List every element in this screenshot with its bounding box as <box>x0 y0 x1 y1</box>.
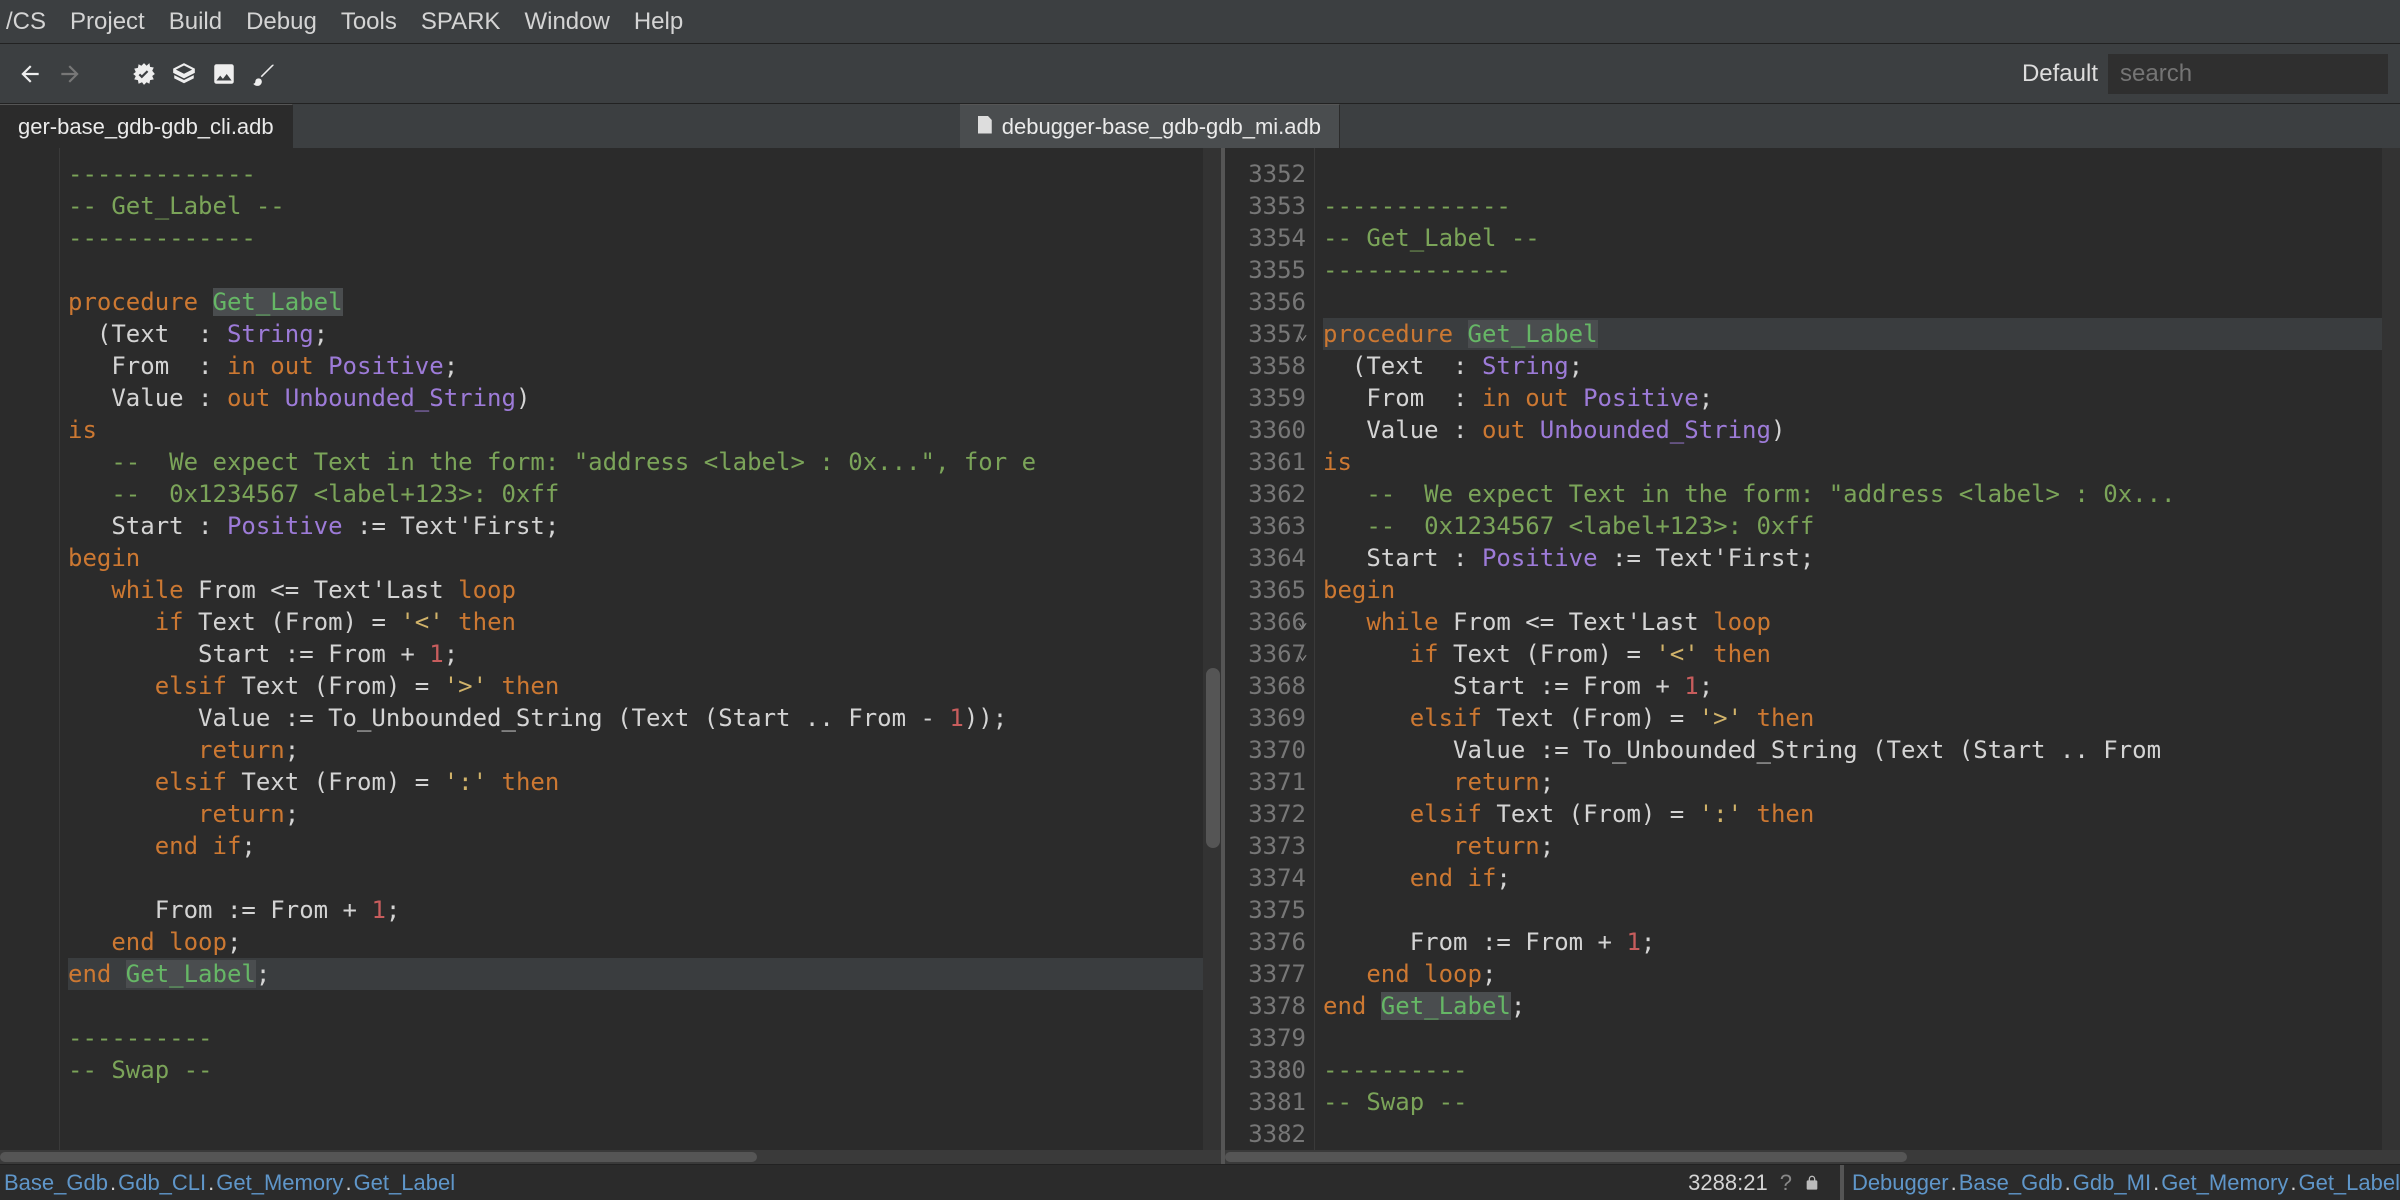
menu-help[interactable]: Help <box>634 8 683 36</box>
breadcrumb-part[interactable]: Gdb_MI <box>2073 1170 2151 1196</box>
editor-split: --------------- Get_Label --------------… <box>0 148 2400 1164</box>
brush-icon[interactable] <box>244 54 284 94</box>
status-breadcrumb-left[interactable]: Base_Gdb.Gdb_CLI.Get_Memory.Get_Label <box>0 1170 455 1196</box>
breadcrumb-part[interactable]: Get_Label <box>2298 1170 2400 1196</box>
menu-window[interactable]: Window <box>524 8 609 36</box>
menu-build[interactable]: Build <box>169 8 222 36</box>
help-icon[interactable]: ? <box>1780 1170 1792 1196</box>
menu-project[interactable]: Project <box>70 8 145 36</box>
status-divider <box>1840 1165 1844 1200</box>
gutter-left <box>0 148 60 1164</box>
tab-label: ger-base_gdb-gdb_cli.adb <box>18 114 274 140</box>
hscroll-right[interactable] <box>1225 1150 2400 1164</box>
toolbar: Default <box>0 44 2400 104</box>
scenario-label: Default <box>2022 60 2098 88</box>
breadcrumb-part[interactable]: Get_Label <box>354 1170 456 1196</box>
tab-right-file[interactable]: debugger-base_gdb-gdb_mi.adb <box>960 104 1340 148</box>
breadcrumb-part[interactable]: Base_Gdb <box>4 1170 108 1196</box>
minimap-right[interactable] <box>2382 148 2400 1164</box>
status-breadcrumb-right[interactable]: Debugger.Base_Gdb.Gdb_MI.Get_Memory.Get_… <box>1852 1170 2400 1196</box>
forward-icon[interactable] <box>50 54 90 94</box>
breadcrumb-part[interactable]: Get_Memory <box>216 1170 343 1196</box>
menu-debug[interactable]: Debug <box>246 8 317 36</box>
code-left[interactable]: --------------- Get_Label --------------… <box>60 148 1203 1164</box>
menu-cs[interactable]: /CS <box>6 8 46 36</box>
menubar: /CS Project Build Debug Tools SPARK Window Help <box>0 0 2400 44</box>
vscroll-thumb-left[interactable] <box>1206 668 1220 848</box>
hscroll-left[interactable] <box>0 1150 1221 1164</box>
breadcrumb-part[interactable]: Get_Memory <box>2161 1170 2288 1196</box>
minimap-left[interactable] <box>1203 148 1221 1164</box>
editor-pane-right[interactable]: 3352335333543355335633573358335933603361… <box>1225 148 2400 1164</box>
search-input[interactable] <box>2108 54 2388 94</box>
menu-spark[interactable]: SPARK <box>421 8 501 36</box>
tab-left-file[interactable]: ger-base_gdb-gdb_cli.adb <box>0 104 293 148</box>
breadcrumb-part[interactable]: Debugger <box>1852 1170 1949 1196</box>
statusbar: Base_Gdb.Gdb_CLI.Get_Memory.Get_Label 32… <box>0 1164 2400 1200</box>
image-icon[interactable] <box>204 54 244 94</box>
file-icon <box>978 114 992 140</box>
build-icon[interactable] <box>164 54 204 94</box>
editor-pane-left[interactable]: --------------- Get_Label --------------… <box>0 148 1225 1164</box>
breadcrumb-part[interactable]: Gdb_CLI <box>118 1170 206 1196</box>
code-right[interactable]: --------------- Get_Label --------------… <box>1315 148 2382 1164</box>
back-icon[interactable] <box>10 54 50 94</box>
breadcrumb-part[interactable]: Base_Gdb <box>1959 1170 2063 1196</box>
editor-tabs: ger-base_gdb-gdb_cli.adb debugger-base_g… <box>0 104 2400 148</box>
lock-icon[interactable] <box>1804 1173 1820 1193</box>
cursor-position: 3288:21 <box>1688 1170 1768 1196</box>
menu-tools[interactable]: Tools <box>341 8 397 36</box>
tab-label: debugger-base_gdb-gdb_mi.adb <box>1002 114 1321 140</box>
check-icon[interactable] <box>124 54 164 94</box>
gutter-right: 3352335333543355335633573358335933603361… <box>1225 148 1315 1164</box>
